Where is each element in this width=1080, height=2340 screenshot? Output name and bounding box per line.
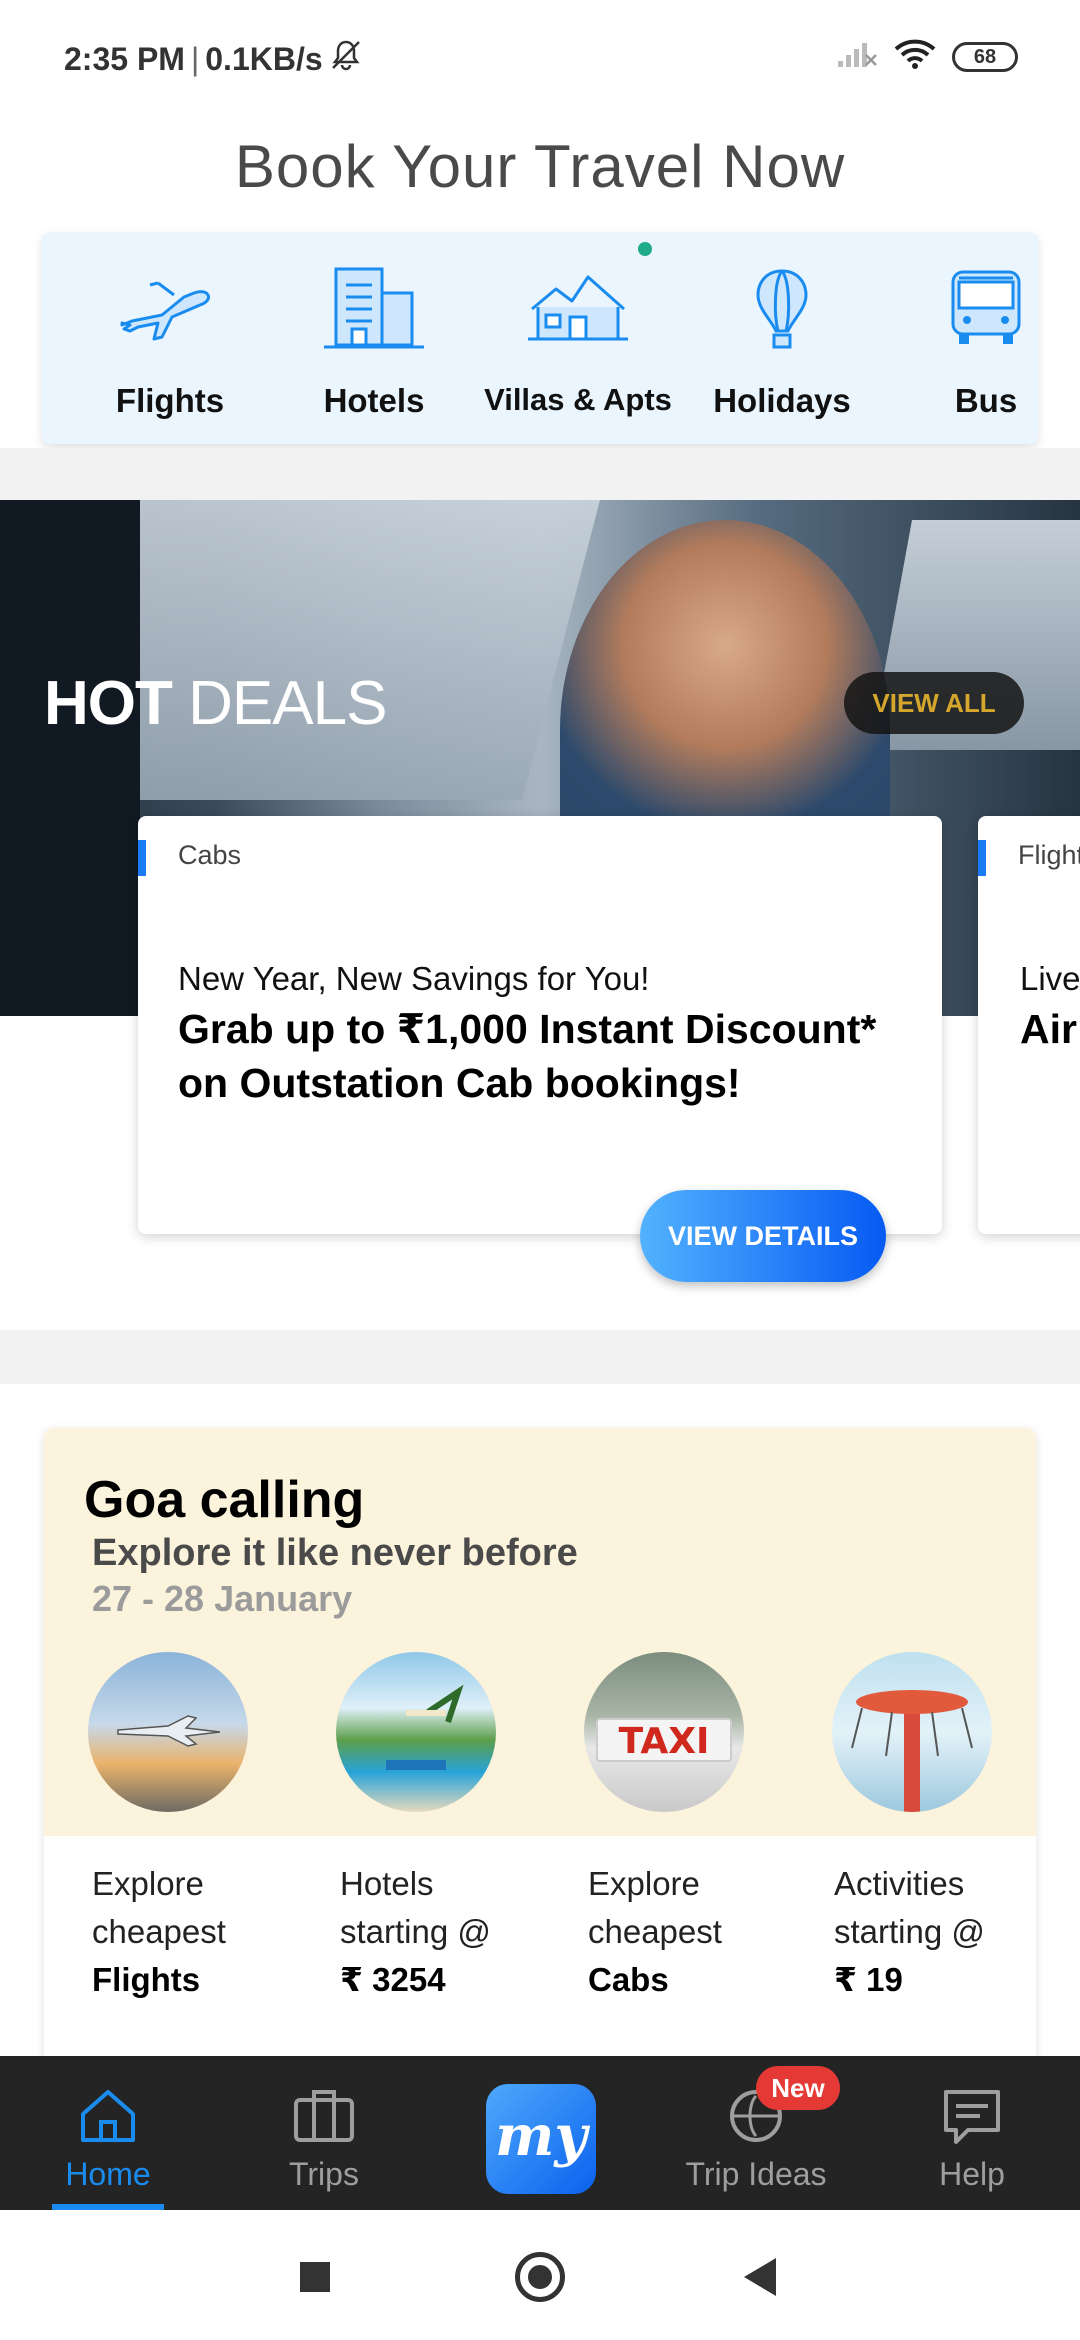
status-bar: 2:35 PM | 0.1KB/s 68 [0, 0, 1080, 118]
villa-house-icon [478, 258, 678, 358]
nav-trips[interactable]: Trips [234, 2056, 414, 2210]
goa-title: Goa calling [84, 1471, 365, 1529]
deal-tag: Cabs [178, 840, 242, 870]
hot-deals-title: HOT DEALS [44, 669, 387, 738]
status-left: 2:35 PM | 0.1KB/s [64, 38, 363, 80]
deal-card[interactable]: Flight Live Air [978, 816, 1080, 1234]
nav-help[interactable]: Help [882, 2056, 1062, 2210]
flight-photo[interactable] [88, 1652, 248, 1812]
signal-icon [836, 39, 878, 74]
category-hotels[interactable]: Hotels [274, 258, 474, 420]
status-time: 2:35 PM [64, 40, 185, 77]
tag-accent [978, 840, 986, 876]
status-separator: | [190, 40, 200, 77]
indicator-dot [638, 242, 652, 256]
category-label: Villas & Apts [484, 382, 672, 417]
nav-label: Help [939, 2156, 1005, 2192]
goa-promo-card[interactable]: Goa calling Explore it like never before… [44, 1428, 1036, 2068]
page-title: Book Your Travel Now [234, 133, 846, 200]
taxi-sign-text: TAXI [618, 1721, 710, 1762]
back-icon[interactable] [744, 2258, 776, 2296]
system-home-icon[interactable] [515, 2252, 565, 2302]
status-right: 68 [836, 38, 1018, 75]
category-label: Flights [115, 382, 225, 419]
deal-subtitle: New Year, New Savings for You! [178, 960, 650, 997]
chat-help-icon [940, 2086, 1004, 2153]
wifi-icon [894, 38, 936, 75]
activity-ride-photo[interactable] [832, 1652, 992, 1812]
category-villas[interactable]: Villas & Apts [478, 258, 678, 418]
nav-label: Home [65, 2156, 151, 2192]
home-icon [77, 2086, 139, 2149]
view-details-button[interactable]: VIEW DETAILS [640, 1190, 886, 1282]
view-all-button[interactable]: VIEW ALL [844, 672, 1024, 734]
deal-headline: Grab up to ₹1,000 Instant Discount* on O… [178, 1006, 877, 1106]
deal-headline: Air [1020, 1006, 1077, 1052]
nav-label: Trips [289, 2156, 359, 2192]
deal-card[interactable]: Cabs New Year, New Savings for You! Grab… [138, 816, 942, 1234]
bottom-navigation: Home Trips my Trip Ideas New Help [0, 2056, 1080, 2210]
suitcase-icon [292, 2086, 356, 2149]
taxi-photo[interactable]: TAXI [584, 1652, 744, 1812]
airplane-icon [70, 258, 270, 358]
category-label: Hotels [323, 382, 425, 419]
bus-icon [886, 258, 1080, 358]
my-logo-button[interactable]: my [486, 2084, 596, 2194]
goa-item-flights[interactable]: Explore cheapest Flights [92, 1860, 312, 2004]
section-divider [0, 448, 1080, 500]
hot-air-balloon-icon [682, 258, 882, 358]
category-label: Holidays [713, 382, 851, 419]
deal-tag: Flight [1018, 840, 1080, 870]
tag-accent [138, 840, 146, 876]
goa-item-activities[interactable]: Activities starting @ ₹ 19 [834, 1860, 1036, 2004]
battery-indicator: 68 [952, 41, 1018, 72]
category-bus[interactable]: Bus [886, 258, 1080, 420]
deal-subtitle: Live [1020, 960, 1080, 997]
system-navigation-bar [0, 2210, 1080, 2340]
new-badge: New [756, 2066, 840, 2110]
nav-label: Trip Ideas [685, 2156, 827, 2192]
goa-dates: 27 - 28 January [92, 1578, 353, 1619]
mute-bell-icon [329, 38, 363, 80]
hotel-building-icon [274, 258, 474, 358]
hotel-pool-photo[interactable] [336, 1652, 496, 1812]
goa-item-cabs[interactable]: Explore cheapest Cabs [588, 1860, 808, 2004]
goa-item-hotels[interactable]: Hotels starting @ ₹ 3254 [340, 1860, 560, 2004]
category-holidays[interactable]: Holidays [682, 258, 882, 420]
category-label: Bus [954, 382, 1018, 419]
section-divider [0, 1330, 1080, 1384]
recent-apps-icon[interactable] [300, 2262, 330, 2292]
category-bar: Flights Hotels Villas & Apts Holidays Bu… [42, 232, 1038, 444]
nav-home[interactable]: Home [18, 2056, 198, 2210]
status-network-speed: 0.1KB/s [205, 40, 323, 77]
goa-subtitle: Explore it like never before [92, 1532, 578, 1574]
category-flights[interactable]: Flights [70, 258, 270, 420]
